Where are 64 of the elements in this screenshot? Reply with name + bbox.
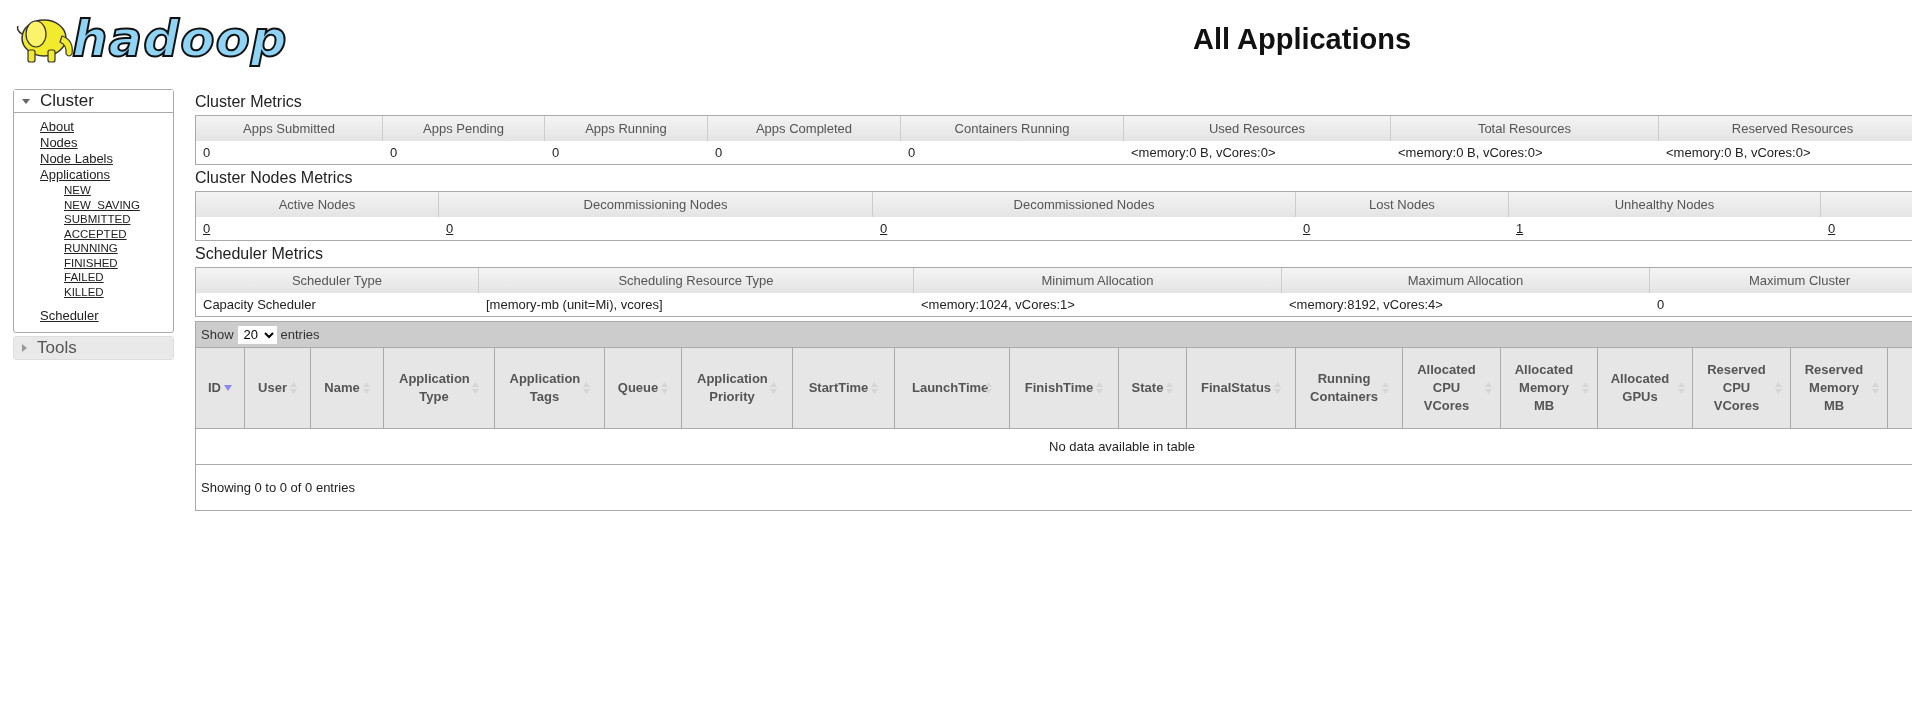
metric-value: 0 bbox=[1657, 297, 1665, 312]
metric-link[interactable]: 0 bbox=[446, 221, 454, 236]
metric-value: <memory:8192, vCores:4> bbox=[1289, 297, 1443, 312]
sidebar-sublink[interactable]: NEW bbox=[64, 183, 91, 198]
column-header: Reserved Resources bbox=[1659, 116, 1912, 141]
column-header: Total Resources bbox=[1391, 116, 1659, 141]
column-header: Apps Pending bbox=[383, 116, 545, 141]
page-length-select[interactable]: 20 bbox=[237, 325, 277, 344]
metric-link[interactable]: 1 bbox=[1516, 221, 1524, 236]
column-header: Minimum Allocation bbox=[914, 268, 1282, 293]
section-title: Cluster Metrics bbox=[195, 92, 303, 112]
empty-message: No data available in table bbox=[1049, 439, 1195, 454]
column-header: Decommissioning Nodes bbox=[439, 192, 873, 217]
sidebar-link[interactable]: About bbox=[40, 119, 74, 135]
column-header: Used Resources bbox=[1124, 116, 1391, 141]
expand-arrow-icon bbox=[22, 344, 27, 352]
sidebar-sublink[interactable]: FAILED bbox=[64, 270, 104, 285]
sidebar-link[interactable]: Applications bbox=[40, 167, 111, 183]
entries-label: entries bbox=[280, 327, 320, 342]
sidebar-sublink[interactable]: SUBMITTED bbox=[64, 212, 131, 227]
sidebar-section-header[interactable]: Cluster bbox=[14, 90, 173, 113]
metric-value: 0 bbox=[390, 145, 398, 160]
column-header: Scheduler Type bbox=[196, 268, 479, 293]
column-header: Maximum Allocation bbox=[1282, 268, 1650, 293]
section-title: Scheduler Metrics bbox=[195, 244, 325, 264]
column-header: Maximum Cluster bbox=[1650, 268, 1912, 293]
column-header: Lost Nodes bbox=[1296, 192, 1509, 217]
metric-link[interactable]: 0 bbox=[880, 221, 888, 236]
sidebar-sublink[interactable]: RUNNING bbox=[64, 241, 118, 256]
column-header: Scheduling Resource Type bbox=[479, 268, 914, 293]
sidebar-sublink[interactable]: KILLED bbox=[64, 284, 104, 299]
metric-value: <memory:0 B, vCores:0> bbox=[1666, 145, 1811, 160]
metric-value: Capacity Scheduler bbox=[203, 297, 316, 312]
metric-value: 0 bbox=[908, 145, 916, 160]
column-header: Apps Submitted bbox=[196, 116, 383, 141]
metric-value: 0 bbox=[552, 145, 560, 160]
column-header: Unhealthy Nodes bbox=[1509, 192, 1821, 217]
page-title: All Applications bbox=[1191, 22, 1413, 56]
metric-value: <memory:0 B, vCores:0> bbox=[1131, 145, 1276, 160]
sidebar-sublink[interactable]: FINISHED bbox=[64, 255, 118, 270]
metric-value: <memory:0 B, vCores:0> bbox=[1398, 145, 1543, 160]
collapse-arrow-icon bbox=[22, 98, 30, 104]
metric-link[interactable]: 0 bbox=[203, 221, 211, 236]
sidebar-link[interactable]: Scheduler bbox=[40, 308, 99, 324]
sidebar-link[interactable]: Node Labels bbox=[40, 151, 113, 167]
metric-link[interactable]: 0 bbox=[1303, 221, 1311, 236]
metric-link[interactable]: 0 bbox=[1828, 221, 1836, 236]
metric-value: <memory:1024, vCores:1> bbox=[921, 297, 1075, 312]
sidebar-link[interactable]: Nodes bbox=[40, 135, 78, 151]
sidebar-sublink[interactable]: NEW_SAVING bbox=[64, 197, 140, 212]
section-title: Cluster Nodes Metrics bbox=[195, 168, 354, 188]
metric-value: 0 bbox=[715, 145, 723, 160]
table-info: Showing 0 to 0 of 0 entries bbox=[201, 480, 355, 495]
column-header: Active Nodes bbox=[196, 192, 439, 217]
metric-value: 0 bbox=[203, 145, 211, 160]
column-header: Containers Running bbox=[901, 116, 1124, 141]
column-header: Decommissioned Nodes bbox=[873, 192, 1296, 217]
sidebar-sublink[interactable]: ACCEPTED bbox=[64, 226, 127, 241]
column-header: Apps Completed bbox=[708, 116, 901, 141]
logo-wordmark: hadoop bbox=[72, 10, 288, 68]
metric-value: [memory-mb (unit=Mi), vcores] bbox=[486, 297, 663, 312]
show-label: Show bbox=[201, 327, 234, 342]
sidebar-section-header[interactable]: Tools bbox=[14, 337, 173, 359]
column-header: Apps Running bbox=[545, 116, 708, 141]
